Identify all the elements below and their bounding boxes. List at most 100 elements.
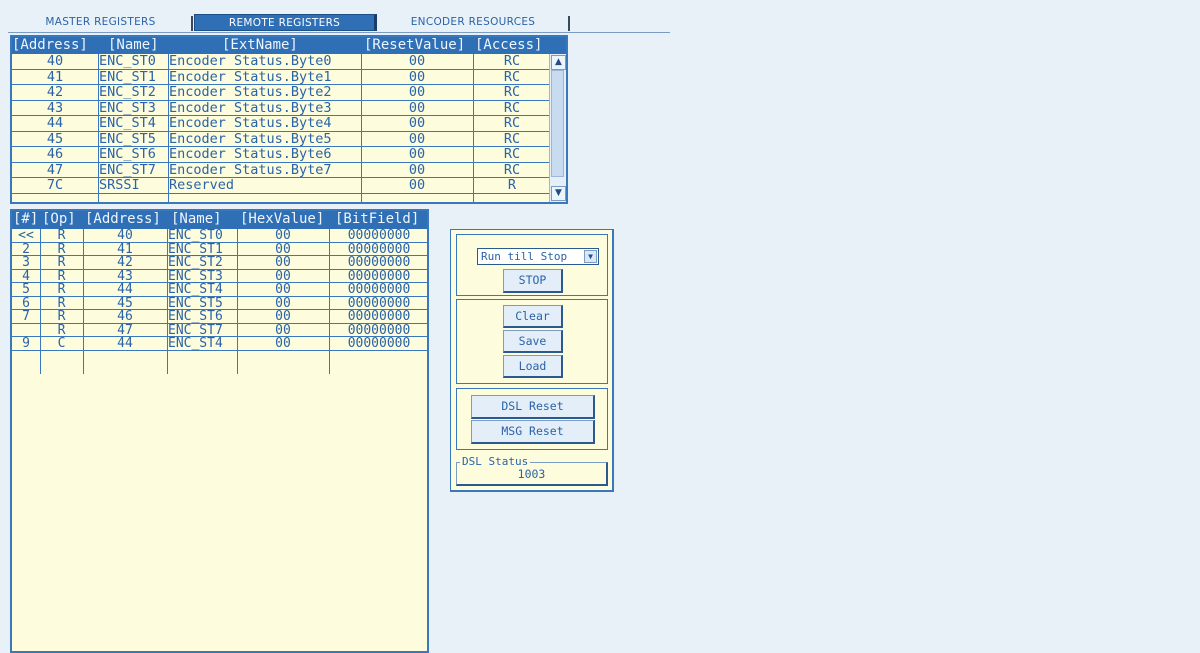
register-table: [Address] [Name] [ExtName] [ResetValue] …	[10, 35, 568, 204]
col-header-op[interactable]: [Op]	[42, 211, 76, 228]
scroll-thumb[interactable]	[551, 70, 564, 177]
cell-hexvalue: 00	[275, 336, 291, 351]
cell-address: 40	[117, 228, 133, 243]
cell-name: ENC_ST6	[99, 147, 156, 162]
cell-resetvalue: 00	[408, 85, 426, 100]
cell-address: 44	[117, 282, 133, 297]
cell-name: ENC_ST2	[168, 255, 223, 270]
cell-resetvalue: 00	[408, 131, 426, 147]
dsl-status-value: 1003	[517, 467, 546, 481]
col-header-extname[interactable]: [ExtName]	[222, 37, 298, 54]
tab-remote-registers[interactable]: REMOTE REGISTERS	[194, 14, 377, 31]
cell-name: ENC_ST2	[99, 85, 156, 100]
col-header-name[interactable]: [Name]	[171, 211, 222, 228]
table-row[interactable]: << R 40 ENC_ST0 00 00000000	[12, 228, 427, 243]
col-header-name[interactable]: [Name]	[108, 37, 159, 54]
table-row[interactable]: 40 ENC_ST0 Encoder Status.Byte0 00 RC	[12, 54, 552, 70]
cell-hexvalue: 00	[275, 255, 291, 270]
cell-hexvalue: 00	[275, 309, 291, 324]
clear-button[interactable]: Clear	[503, 305, 563, 328]
col-header-resetvalue[interactable]: [ResetValue]	[364, 37, 465, 54]
table-row[interactable]: 41 ENC_ST1 Encoder Status.Byte1 00 RC	[12, 69, 552, 85]
cell-access: RC	[503, 69, 521, 85]
cell-bitfield: 00000000	[347, 322, 411, 338]
cell-resetvalue: 00	[408, 54, 426, 69]
table-row[interactable]: 7C SRSSI Reserved 00 R	[12, 178, 552, 194]
cell-access: R	[507, 178, 517, 193]
cell-num: 5	[22, 282, 30, 297]
cell-num: 3	[22, 255, 30, 270]
reset-group: DSL Reset MSG Reset	[456, 388, 608, 450]
table-row[interactable]: 3 R 42 ENC_ST2 00 00000000	[12, 255, 427, 270]
cell-num: 2	[22, 241, 30, 257]
col-header-address[interactable]: [Address]	[12, 37, 88, 54]
tab-master-registers[interactable]: MASTER REGISTERS	[8, 14, 193, 31]
cell-hexvalue: 00	[275, 228, 291, 243]
register-table-body: 40 ENC_ST0 Encoder Status.Byte0 00 RC 41 ENC_S…	[12, 54, 552, 202]
table-row[interactable]: 9 C 44 ENC_ST4 00 00000000	[12, 336, 427, 351]
cell-extname: Encoder Status.Byte5	[169, 131, 332, 147]
scroll-up-icon[interactable]: ▲	[551, 55, 566, 70]
cell-name: ENC_ST1	[99, 69, 156, 85]
cell-hexvalue: 00	[275, 322, 291, 338]
cell-name: ENC_ST4	[168, 282, 223, 297]
table-row[interactable]: 43 ENC_ST3 Encoder Status.Byte3 00 RC	[12, 100, 552, 116]
table-row[interactable]: 6 R 45 ENC_ST5 00 00000000	[12, 295, 427, 311]
run-mode-value: Run till Stop	[481, 250, 568, 263]
table-row[interactable]: R 47 ENC_ST7 00 00000000	[12, 322, 427, 338]
cell-name: ENC_ST1	[168, 241, 223, 257]
tab-separator	[568, 16, 570, 31]
tab-encoder-resources[interactable]: ENCODER RESOURCES	[378, 14, 568, 31]
load-button[interactable]: Load	[503, 355, 563, 378]
cell-address: 41	[46, 69, 64, 85]
table-row[interactable]: 2 R 41 ENC_ST1 00 00000000	[12, 241, 427, 257]
cell-num: 7	[22, 309, 30, 324]
table-row[interactable]: 46 ENC_ST6 Encoder Status.Byte6 00 RC	[12, 147, 552, 163]
cell-address: 44	[46, 116, 64, 131]
operations-log-table: [#] [Op] [Address] [Name] [HexValue] [Bi…	[10, 209, 429, 653]
col-header-num[interactable]: [#]	[13, 211, 38, 228]
cell-num: 6	[22, 295, 30, 311]
cell-hexvalue: 00	[275, 282, 291, 297]
cell-num: 9	[22, 336, 30, 351]
cell-address: 41	[117, 241, 133, 257]
register-table-scrollbar[interactable]: ▲ ▼	[549, 54, 566, 202]
table-row[interactable]: 4 R 43 ENC_ST3 00 00000000	[12, 270, 427, 283]
table-row[interactable]: 47 ENC_ST7 Encoder Status.Byte7 00 RC	[12, 162, 552, 178]
table-row[interactable]: 7 R 46 ENC_ST6 00 00000000	[12, 309, 427, 324]
cell-address: 40	[46, 54, 64, 69]
col-header-address[interactable]: [Address]	[85, 211, 161, 228]
stop-button[interactable]: STOP	[503, 269, 563, 293]
run-mode-select[interactable]: Run till Stop ▼	[477, 248, 599, 265]
save-button[interactable]: Save	[503, 330, 563, 353]
cell-resetvalue: 00	[408, 116, 426, 131]
table-row[interactable]: 45 ENC_ST5 Encoder Status.Byte5 00 RC	[12, 131, 552, 147]
cell-address: 47	[46, 162, 64, 178]
table-row[interactable]: 5 R 44 ENC_ST4 00 00000000	[12, 282, 427, 297]
cell-hexvalue: 00	[275, 241, 291, 257]
cell-op: R	[57, 255, 66, 270]
cell-access: RC	[503, 131, 521, 147]
cell-address: 46	[117, 309, 133, 324]
cell-bitfield: 00000000	[347, 255, 411, 270]
cell-name: ENC_ST0	[168, 228, 223, 243]
cell-resetvalue: 00	[408, 162, 426, 178]
cell-address: 45	[117, 295, 133, 311]
scroll-down-icon[interactable]: ▼	[551, 186, 566, 201]
cell-extname: Encoder Status.Byte3	[169, 100, 332, 116]
msg-reset-button[interactable]: MSG Reset	[471, 420, 595, 444]
dsl-status-display: DSL Status 1003	[456, 456, 608, 486]
col-header-hexvalue[interactable]: [HexValue]	[240, 211, 324, 228]
cell-resetvalue: 00	[408, 147, 426, 162]
table-row[interactable]: 44 ENC_ST4 Encoder Status.Byte4 00 RC	[12, 116, 552, 132]
run-control-group: Run till Stop ▼ STOP	[456, 234, 608, 296]
cell-address: 7C	[46, 178, 64, 193]
log-table-header: [#] [Op] [Address] [Name] [HexValue] [Bi…	[12, 211, 427, 229]
table-row[interactable]: 42 ENC_ST2 Encoder Status.Byte2 00 RC	[12, 85, 552, 101]
cell-bitfield: 00000000	[347, 282, 411, 297]
col-header-access[interactable]: [Access]	[475, 37, 542, 54]
cell-access: RC	[503, 116, 521, 131]
col-header-bitfield[interactable]: [BitField]	[335, 211, 419, 228]
dsl-reset-button[interactable]: DSL Reset	[471, 395, 595, 419]
chevron-down-icon[interactable]: ▼	[584, 250, 597, 263]
